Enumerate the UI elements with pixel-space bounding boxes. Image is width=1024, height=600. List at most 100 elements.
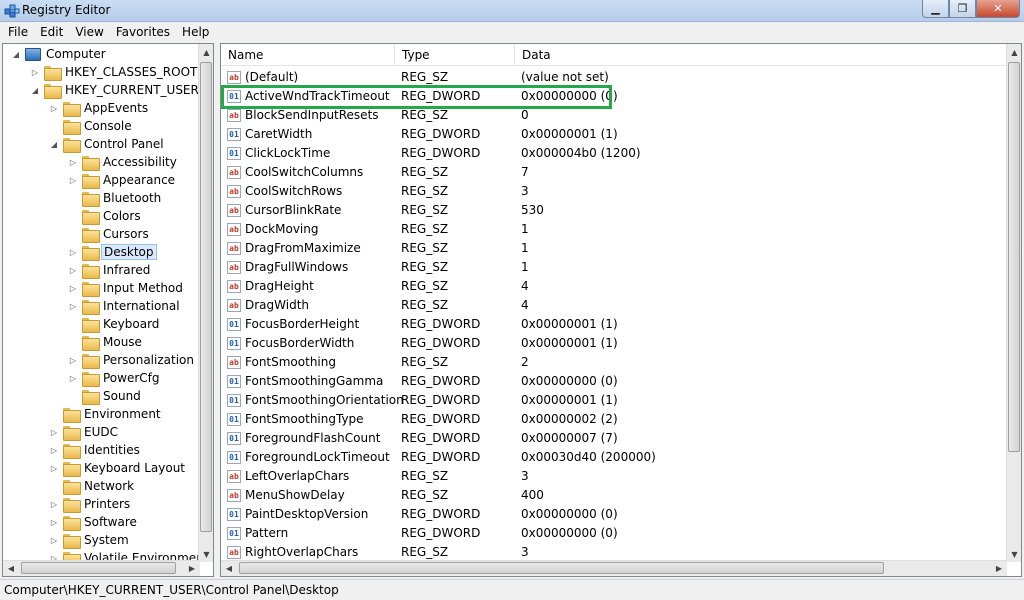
expanded-arrow-icon[interactable]: ◢ xyxy=(30,85,40,95)
scroll-up-icon[interactable]: ▲ xyxy=(1007,44,1021,60)
tree-item[interactable]: ◢ Control Panel xyxy=(49,135,166,153)
collapsed-arrow-icon[interactable]: ▷ xyxy=(68,175,78,185)
registry-values-pane[interactable]: Name Type Data ab (Default) REG_SZ (value n… xyxy=(220,43,1022,577)
tree-item[interactable]: ▷ HKEY_CLASSES_ROOT xyxy=(30,63,199,81)
column-type[interactable]: Type xyxy=(395,44,515,66)
tree-item[interactable]: ▷ Accessibility xyxy=(68,153,179,171)
column-name[interactable]: Name xyxy=(221,44,395,66)
table-row[interactable]: 01 FontSmoothingGamma REG_DWORD 0x00000000 … xyxy=(221,372,1007,391)
collapsed-arrow-icon[interactable]: ▷ xyxy=(30,67,40,77)
tree-item[interactable]: Environment xyxy=(49,405,163,423)
scroll-up-icon[interactable]: ▲ xyxy=(199,44,213,60)
table-row[interactable]: ab DragHeight REG_SZ 4 xyxy=(221,277,1007,296)
tree-horizontal-scrollbar[interactable]: ◀ ▶ xyxy=(3,560,200,576)
table-row[interactable]: 01 FocusBorderWidth REG_DWORD 0x00000001 (1… xyxy=(221,334,1007,353)
minimize-button[interactable]: ▁ xyxy=(922,0,949,18)
table-row[interactable]: ab CoolSwitchRows REG_SZ 3 xyxy=(221,182,1007,201)
tree-item-label: Console xyxy=(84,119,132,133)
table-row[interactable]: 01 Pattern REG_DWORD 0x00000000 (0) xyxy=(221,524,1007,543)
tree-item[interactable]: ▷ EUDC xyxy=(49,423,120,441)
menu-view[interactable]: View xyxy=(69,25,109,39)
tree-item[interactable]: Keyboard xyxy=(68,315,161,333)
collapsed-arrow-icon[interactable]: ▷ xyxy=(68,265,78,275)
tree-item[interactable]: ▷ PowerCfg xyxy=(68,369,162,387)
list-hscroll-thumb[interactable] xyxy=(239,562,884,574)
tree-item[interactable]: ▷ System xyxy=(49,531,131,549)
registry-tree-pane[interactable]: ◢ Computer ▷ HKEY_CLASSES_ROOT ◢ HKEY_CURRENT… xyxy=(2,43,214,577)
menu-file[interactable]: File xyxy=(2,25,34,39)
tree-item[interactable]: ◢ Computer xyxy=(11,45,108,63)
menu-help[interactable]: Help xyxy=(176,25,215,39)
collapsed-arrow-icon[interactable]: ▷ xyxy=(68,283,78,293)
collapsed-arrow-icon[interactable]: ▷ xyxy=(49,535,59,545)
table-row[interactable]: 01 PaintDesktopVersion REG_DWORD 0x00000000… xyxy=(221,505,1007,524)
tree-item[interactable]: ▷ Appearance xyxy=(68,171,177,189)
tree-item[interactable]: ▷ Personalization xyxy=(68,351,196,369)
table-row[interactable]: 01 FocusBorderHeight REG_DWORD 0x00000001 (… xyxy=(221,315,1007,334)
maximize-button[interactable]: ❐ xyxy=(949,0,976,18)
collapsed-arrow-icon[interactable]: ▷ xyxy=(49,103,59,113)
tree-item[interactable]: Bluetooth xyxy=(68,189,163,207)
collapsed-arrow-icon[interactable]: ▷ xyxy=(49,499,59,509)
table-row[interactable]: ab MenuShowDelay REG_SZ 400 xyxy=(221,486,1007,505)
table-row[interactable]: 01 ForegroundFlashCount REG_DWORD 0x0000000… xyxy=(221,429,1007,448)
list-vertical-scrollbar[interactable]: ▲ ▼ xyxy=(1006,44,1021,562)
menu-edit[interactable]: Edit xyxy=(34,25,69,39)
collapsed-arrow-icon[interactable]: ▷ xyxy=(68,301,78,311)
scroll-down-icon[interactable]: ▼ xyxy=(199,546,213,562)
collapsed-arrow-icon[interactable]: ▷ xyxy=(49,445,59,455)
scroll-left-icon[interactable]: ◀ xyxy=(221,561,237,576)
collapsed-arrow-icon[interactable]: ▷ xyxy=(49,463,59,473)
column-data[interactable]: Data xyxy=(515,44,1007,66)
tree-hscroll-thumb[interactable] xyxy=(21,562,176,574)
title-bar[interactable]: Registry Editor ▁ ❐ ✕ xyxy=(0,0,1024,22)
tree-item[interactable]: Network xyxy=(49,477,136,495)
table-row[interactable]: ab DragWidth REG_SZ 4 xyxy=(221,296,1007,315)
tree-item[interactable]: ▷ International xyxy=(68,297,182,315)
tree-item[interactable]: ▷ Identities xyxy=(49,441,142,459)
list-scroll-thumb[interactable] xyxy=(1008,62,1020,452)
collapsed-arrow-icon[interactable]: ▷ xyxy=(68,247,78,257)
tree-item[interactable]: ▷ Keyboard Layout xyxy=(49,459,187,477)
tree-item[interactable]: ▷ Desktop xyxy=(68,243,157,261)
table-row[interactable]: 01 FontSmoothingOrientation REG_DWORD 0x000… xyxy=(221,391,1007,410)
tree-scroll-thumb[interactable] xyxy=(200,62,212,532)
tree-item[interactable]: Colors xyxy=(68,207,143,225)
expanded-arrow-icon[interactable]: ◢ xyxy=(11,49,21,59)
close-button[interactable]: ✕ xyxy=(976,0,1020,18)
scroll-left-icon[interactable]: ◀ xyxy=(3,561,19,576)
tree-item[interactable]: Mouse xyxy=(68,333,144,351)
tree-vertical-scrollbar[interactable]: ▲ ▼ xyxy=(198,44,213,562)
scroll-right-icon[interactable]: ▶ xyxy=(184,561,200,576)
tree-item[interactable]: ▷ Software xyxy=(49,513,139,531)
tree-item[interactable]: ▷ Printers xyxy=(49,495,132,513)
table-row[interactable]: 01 FontSmoothingType REG_DWORD 0x00000002 (… xyxy=(221,410,1007,429)
tree-item[interactable]: ▷ Input Method xyxy=(68,279,185,297)
table-row[interactable]: ab DockMoving REG_SZ 1 xyxy=(221,220,1007,239)
table-row[interactable]: ab LeftOverlapChars REG_SZ 3 xyxy=(221,467,1007,486)
table-row[interactable]: 01 CaretWidth REG_DWORD 0x00000001 (1) xyxy=(221,125,1007,144)
list-horizontal-scrollbar[interactable]: ◀ ▶ xyxy=(221,560,1007,576)
tree-item[interactable]: Console xyxy=(49,117,134,135)
table-row[interactable]: ab DragFromMaximize REG_SZ 1 xyxy=(221,239,1007,258)
table-row[interactable]: ab CursorBlinkRate REG_SZ 530 xyxy=(221,201,1007,220)
tree-item[interactable]: ▷ Infrared xyxy=(68,261,152,279)
scroll-right-icon[interactable]: ▶ xyxy=(991,561,1007,576)
tree-item[interactable]: ◢ HKEY_CURRENT_USER xyxy=(30,81,200,99)
collapsed-arrow-icon[interactable]: ▷ xyxy=(68,373,78,383)
tree-item[interactable]: Sound xyxy=(68,387,143,405)
table-row[interactable]: ab CoolSwitchColumns REG_SZ 7 xyxy=(221,163,1007,182)
table-row[interactable]: 01 ClickLockTime REG_DWORD 0x000004b0 (1200… xyxy=(221,144,1007,163)
tree-item[interactable]: ▷ AppEvents xyxy=(49,99,150,117)
table-row[interactable]: 01 ForegroundLockTimeout REG_DWORD 0x00030d… xyxy=(221,448,1007,467)
expanded-arrow-icon[interactable]: ◢ xyxy=(49,139,59,149)
table-row[interactable]: ab DragFullWindows REG_SZ 1 xyxy=(221,258,1007,277)
collapsed-arrow-icon[interactable]: ▷ xyxy=(49,427,59,437)
tree-item[interactable]: Cursors xyxy=(68,225,151,243)
collapsed-arrow-icon[interactable]: ▷ xyxy=(49,517,59,527)
collapsed-arrow-icon[interactable]: ▷ xyxy=(68,355,78,365)
collapsed-arrow-icon[interactable]: ▷ xyxy=(68,157,78,167)
scroll-down-icon[interactable]: ▼ xyxy=(1007,546,1021,562)
menu-favorites[interactable]: Favorites xyxy=(110,25,176,39)
table-row[interactable]: ab FontSmoothing REG_SZ 2 xyxy=(221,353,1007,372)
